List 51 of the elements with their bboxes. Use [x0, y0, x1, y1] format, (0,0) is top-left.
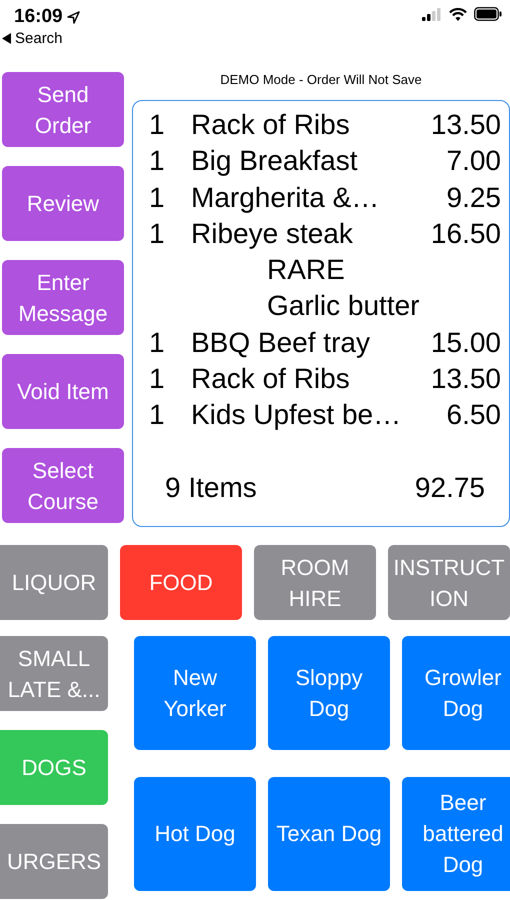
- item-price: 16.50: [430, 216, 501, 251]
- action-button[interactable]: Review: [2, 166, 124, 241]
- product-button[interactable]: Texan Dog: [268, 776, 390, 890]
- item-name: Rack of Ribs: [191, 362, 351, 396]
- item-name: Ribeye steak: [191, 216, 354, 251]
- category-button[interactable]: FOOD: [120, 545, 242, 620]
- category-button[interactable]: URGERS: [0, 824, 108, 899]
- action-button[interactable]: Send Order: [2, 72, 124, 147]
- action-button[interactable]: Void Item: [2, 354, 124, 429]
- item-quantity: 1: [149, 398, 166, 432]
- demo-mode-notice: DEMO Mode - Order Will Not Save: [219, 72, 423, 88]
- back-link[interactable]: Search: [2, 30, 80, 47]
- item-quantity: 1: [149, 216, 166, 251]
- item-name: Big Breakfast: [191, 144, 359, 178]
- item-quantity: 1: [149, 108, 166, 142]
- item-price: 13.50: [430, 108, 501, 142]
- product-button[interactable]: Growler Dog: [402, 636, 510, 750]
- item-price: 15.00: [430, 326, 501, 360]
- category-button[interactable]: DOGS: [0, 730, 108, 805]
- item-price: 13.50: [430, 362, 501, 396]
- category-button[interactable]: INSTRUCT ION: [388, 545, 510, 620]
- item-quantity: 1: [149, 362, 166, 396]
- category-button[interactable]: LIQUOR: [0, 545, 108, 620]
- action-button[interactable]: Select Course: [2, 448, 124, 523]
- category-button[interactable]: ROOM HIRE: [254, 545, 376, 620]
- action-button[interactable]: Enter Message: [2, 260, 124, 335]
- item-modifier: Garlic butter: [266, 289, 420, 324]
- item-name: Kids Upfest be…: [191, 398, 402, 432]
- product-button[interactable]: New Yorker: [134, 636, 256, 750]
- item-quantity: 1: [149, 144, 166, 178]
- product-button[interactable]: Sloppy Dog: [268, 636, 390, 750]
- wifi-icon: [449, 8, 467, 20]
- item-price: 9.25: [446, 180, 501, 215]
- product-button[interactable]: Beer battered Dog: [402, 776, 510, 890]
- item-name: Rack of Ribs: [191, 108, 351, 142]
- item-quantity: 1: [149, 326, 166, 360]
- item-quantity: 1: [149, 180, 166, 215]
- signal-icon: [422, 8, 442, 20]
- item-name: Margherita &…: [191, 180, 380, 215]
- order-total: 92.75: [414, 472, 485, 504]
- item-name: BBQ Beef tray: [191, 326, 371, 360]
- category-button[interactable]: SMALL LATE &...: [0, 636, 108, 711]
- status-time: 16:09: [14, 6, 63, 28]
- item-price: 7.00: [446, 144, 501, 178]
- product-button[interactable]: Hot Dog: [134, 776, 256, 890]
- back-triangle-icon: [2, 33, 11, 44]
- battery-icon: [474, 7, 502, 21]
- location-arrow-icon: [66, 10, 80, 24]
- item-modifier: RARE: [266, 253, 346, 288]
- item-count: 9 Items: [165, 472, 257, 504]
- item-price: 6.50: [446, 398, 501, 432]
